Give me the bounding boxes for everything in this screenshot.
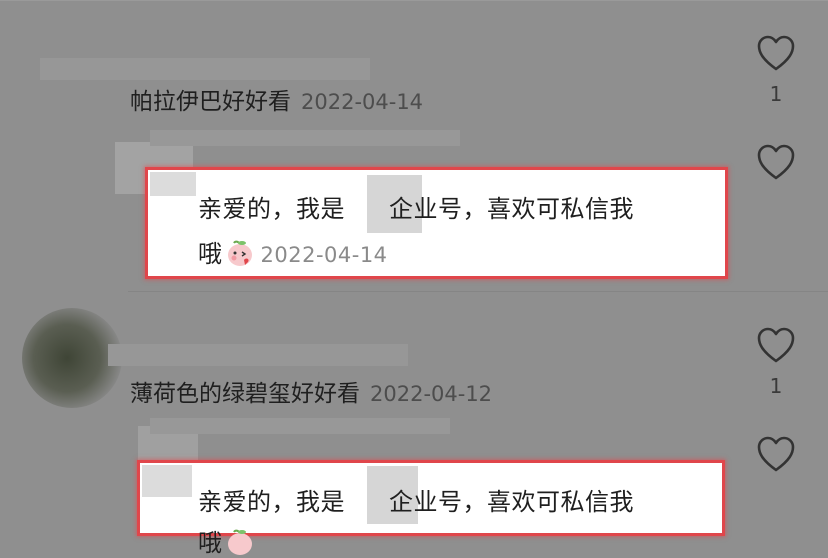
like-heart-icon[interactable] xyxy=(756,34,796,74)
blurred-name-reply-1 xyxy=(150,130,460,146)
top-divider xyxy=(0,0,828,1)
reply-text-line-2: 哦 2022-04-14 xyxy=(198,240,388,268)
peach-emoji-icon xyxy=(227,240,252,266)
blurred-name-1 xyxy=(40,58,370,80)
comment-2-date: 2022-04-12 xyxy=(370,382,493,406)
reply-text-line-1: 亲爱的，我是 企业号，喜欢可私信我 xyxy=(198,488,634,516)
like-heart-icon[interactable] xyxy=(756,435,796,475)
blurred-name-reply-2 xyxy=(150,418,450,434)
blurred-name-2 xyxy=(108,344,408,366)
like-heart-icon[interactable] xyxy=(756,326,796,366)
like-count: 1 xyxy=(769,82,783,106)
comment-1-text: 帕拉伊巴好好看 xyxy=(130,89,291,115)
comment-2[interactable]: 薄荷色的绿碧玺好好看 2022-04-12 xyxy=(130,374,492,408)
comment-divider xyxy=(128,291,828,292)
comment-2-text: 薄荷色的绿碧玺好好看 xyxy=(130,381,360,407)
reply-text-line-2: 哦 xyxy=(198,523,255,558)
peach-emoji-icon xyxy=(227,529,252,555)
redacted-avatar xyxy=(142,465,192,497)
redacted-avatar xyxy=(150,172,196,196)
comment-1-date: 2022-04-14 xyxy=(301,90,424,114)
highlighted-reply-card[interactable]: 亲爱的，我是 企业号，喜欢可私信我 哦 xyxy=(137,460,725,557)
highlighted-reply-card[interactable]: 亲爱的，我是 企业号，喜欢可私信我 哦 2022-04-14 xyxy=(145,167,728,279)
like-count: 1 xyxy=(769,374,783,398)
blurred-avatar-comment-2 xyxy=(22,308,122,408)
like-heart-icon[interactable] xyxy=(756,143,796,183)
reply-text-line-1: 亲爱的，我是 企业号，喜欢可私信我 xyxy=(198,195,634,223)
reply-date: 2022-04-14 xyxy=(260,243,388,267)
comment-1[interactable]: 帕拉伊巴好好看 2022-04-14 xyxy=(130,82,423,116)
